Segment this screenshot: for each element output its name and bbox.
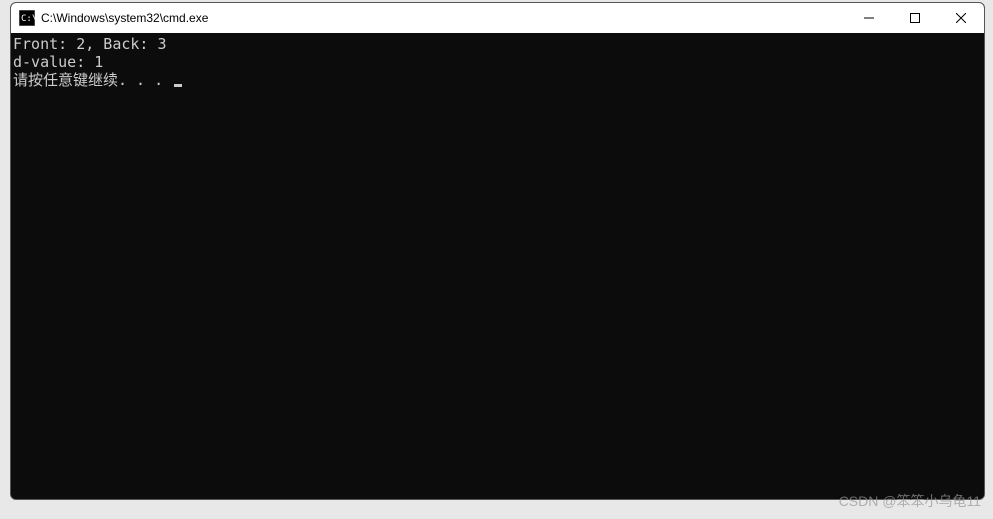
window-controls <box>846 3 984 33</box>
window-title: C:\Windows\system32\cmd.exe <box>41 11 846 25</box>
console-output[interactable]: Front: 2, Back: 3d-value: 1请按任意键继续. . . <box>11 33 984 499</box>
prompt-text: 请按任意键继续. . . <box>13 71 172 89</box>
minimize-button[interactable] <box>846 3 892 33</box>
cmd-window: C:\ C:\Windows\system32\cmd.exe Front: 2… <box>10 2 985 500</box>
svg-text:C:\: C:\ <box>21 14 35 24</box>
cursor <box>174 84 182 87</box>
cmd-icon: C:\ <box>19 10 35 26</box>
close-button[interactable] <box>938 3 984 33</box>
output-line: d-value: 1 <box>13 53 982 71</box>
output-line: Front: 2, Back: 3 <box>13 35 982 53</box>
titlebar[interactable]: C:\ C:\Windows\system32\cmd.exe <box>11 3 984 33</box>
maximize-button[interactable] <box>892 3 938 33</box>
